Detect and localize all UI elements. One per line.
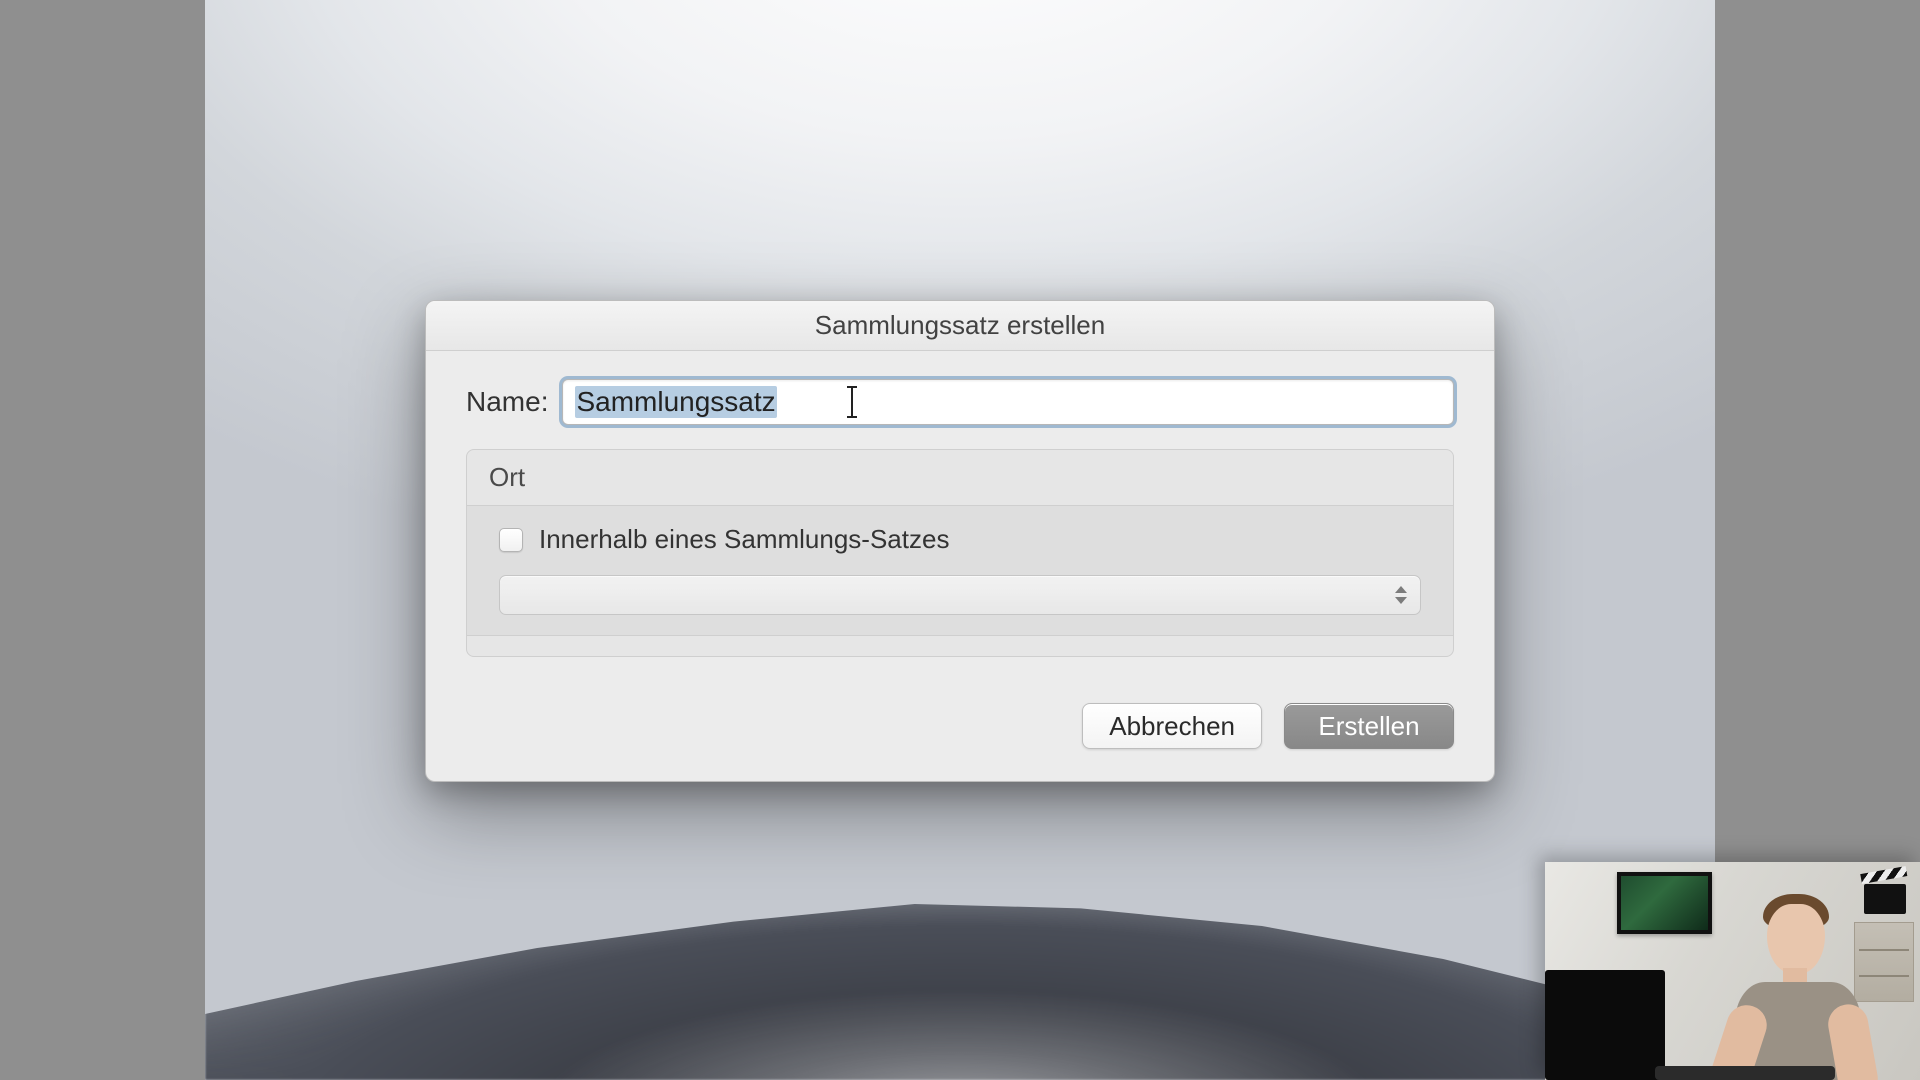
inside-collection-set-row: Innerhalb eines Sammlungs-Satzes (499, 524, 1421, 555)
name-input-wrap: Sammlungssatz (562, 379, 1454, 425)
location-group-title: Ort (467, 450, 1453, 505)
desktop-background: Sammlungssatz erstellen Name: Sammlungss… (205, 0, 1715, 1080)
wall-art (1617, 872, 1712, 934)
location-group-inner: Innerhalb eines Sammlungs-Satzes (467, 505, 1453, 636)
keyboard (1655, 1066, 1835, 1080)
parent-collection-set-select[interactable] (499, 575, 1421, 615)
chevron-up-icon (1395, 586, 1407, 593)
cancel-button[interactable]: Abbrechen (1082, 703, 1262, 749)
mountain-silhouette (205, 860, 1715, 1080)
location-group: Ort Innerhalb eines Sammlungs-Satzes (466, 449, 1454, 657)
create-button[interactable]: Erstellen (1284, 703, 1454, 749)
dialog-body: Name: Sammlungssatz Ort Innerhalb eines … (426, 351, 1494, 781)
inside-collection-set-checkbox[interactable] (499, 528, 523, 552)
name-label: Name: (466, 386, 548, 418)
inside-collection-set-label[interactable]: Innerhalb eines Sammlungs-Satzes (539, 524, 949, 555)
dialog-title: Sammlungssatz erstellen (815, 310, 1105, 341)
dialog-button-row: Abbrechen Erstellen (466, 703, 1454, 749)
create-collection-set-dialog: Sammlungssatz erstellen Name: Sammlungss… (425, 300, 1495, 782)
monitor-back (1545, 970, 1665, 1080)
webcam-pip (1545, 862, 1920, 1080)
name-input[interactable] (562, 379, 1454, 425)
presenter (1705, 886, 1875, 1080)
name-row: Name: Sammlungssatz (466, 379, 1454, 425)
chevron-down-icon (1395, 597, 1407, 604)
dialog-titlebar[interactable]: Sammlungssatz erstellen (426, 301, 1494, 351)
select-stepper-icon (1392, 582, 1410, 608)
